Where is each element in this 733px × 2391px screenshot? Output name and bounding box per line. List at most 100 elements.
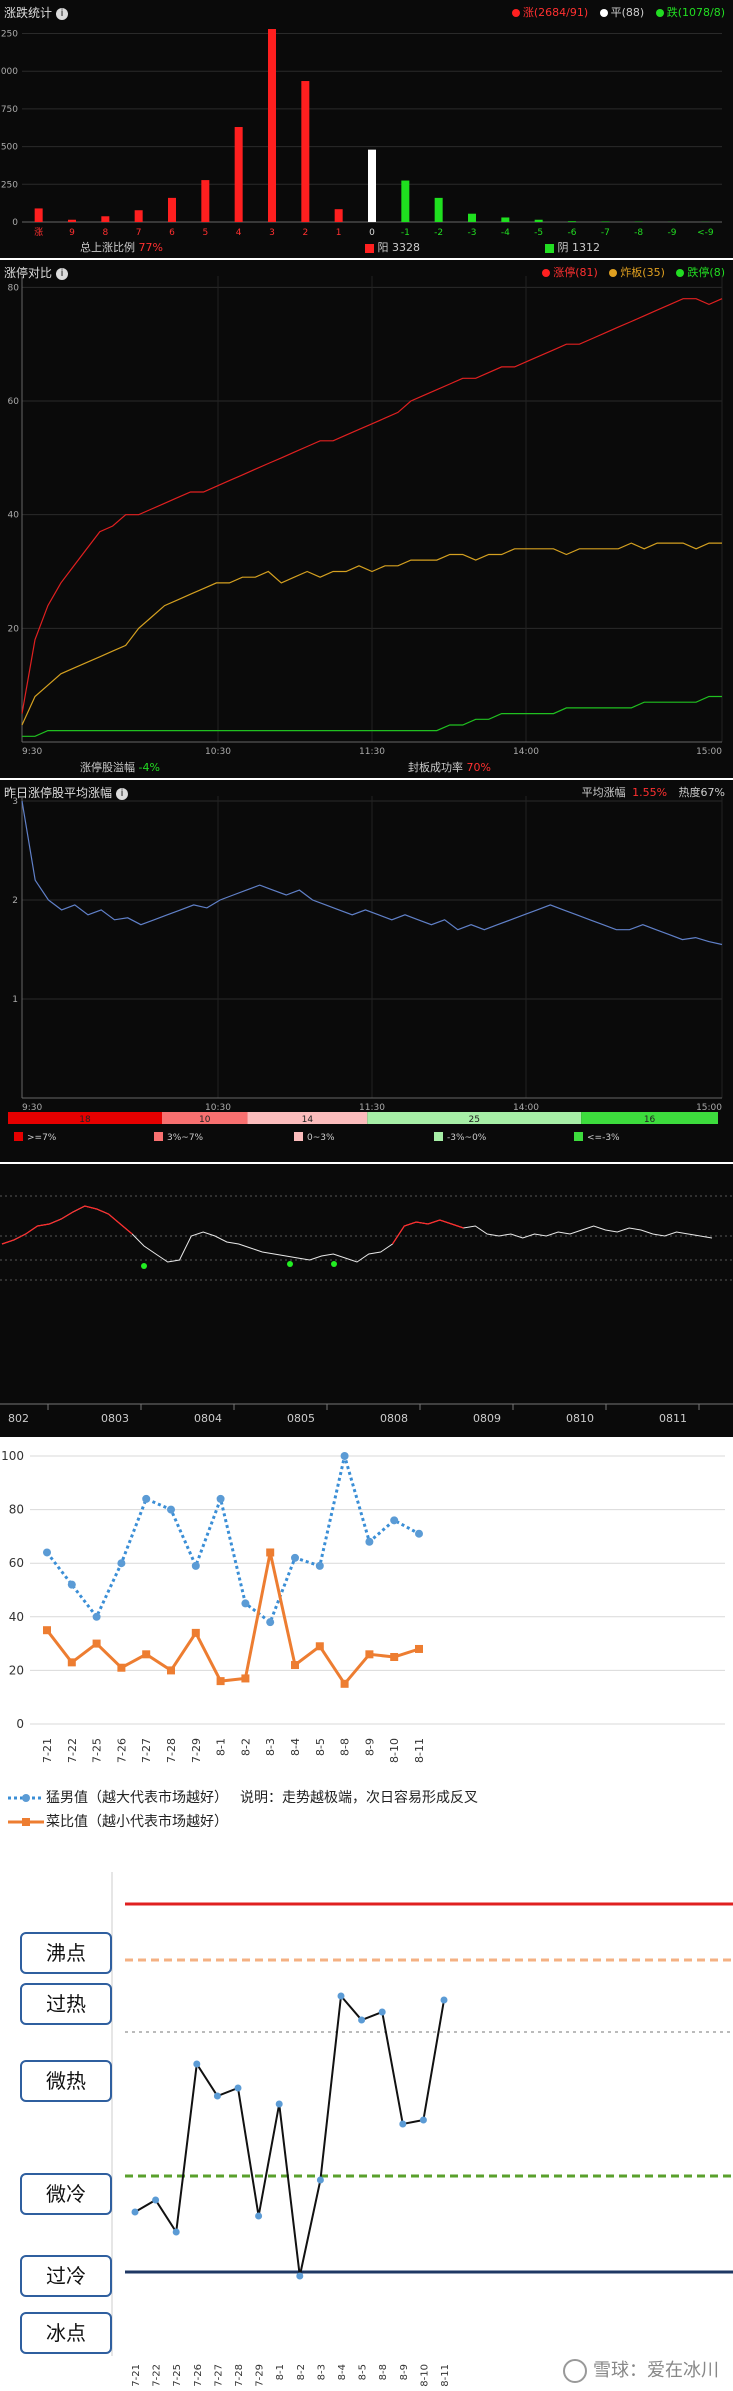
x-tick-label: 7-22: [152, 2364, 163, 2387]
rise-ratio-value: 77%: [138, 241, 163, 254]
y-tick-label: 60: [8, 397, 20, 407]
x-tick-label: 8-1: [275, 2364, 286, 2380]
level-freezing-tag: 冰点: [20, 2312, 112, 2354]
x-tick-label: 8-9: [363, 1738, 376, 1756]
x-tick-label: 7-25: [172, 2364, 183, 2387]
x-tick-label: 7-27: [213, 2364, 224, 2387]
chart5-legend: 猛男值（越大代表市场越好） 菜比值（越小代表市场越好） 说明：走势越极端，次日容…: [0, 1782, 733, 1842]
series-point-mengnan: [43, 1548, 51, 1557]
x-tick-label: -3: [468, 228, 477, 238]
level-cold-tag: 过冷: [20, 2255, 112, 2297]
temperature-point: [378, 2008, 386, 2016]
bar: [434, 197, 443, 222]
yang-count-text: 阳 3328: [377, 241, 421, 254]
level-boiling-tag: 沸点: [20, 1932, 112, 1974]
distribution-legend-swatch: [294, 1132, 303, 1141]
x-tick-label: 8-4: [337, 2364, 348, 2380]
series-line-mengnan: [45, 1455, 420, 1625]
temperature-line: [134, 1993, 445, 2277]
series-point-mengnan: [92, 1612, 101, 1621]
x-tick-label: 7-21: [41, 1738, 54, 1763]
x-tick-label: 8-10: [419, 2364, 430, 2387]
x-tick-label: 15:00: [696, 1103, 722, 1113]
series-point-mengnan: [291, 1553, 299, 1562]
legend-orange-icon: [8, 1818, 44, 1826]
y-tick-label: 1000: [0, 67, 18, 77]
x-tick-label: 7-29: [255, 2364, 266, 2387]
series-point-caibi: [241, 1674, 250, 1683]
limit-down-marker: [287, 1261, 293, 1267]
level-warm-tag: 微热: [20, 2060, 112, 2102]
x-tick-label: -8: [634, 228, 643, 238]
bar: [268, 29, 276, 223]
distribution-segment-label: 10: [199, 1115, 211, 1125]
y-tick-label: 80: [9, 1503, 24, 1517]
x-tick-label: -1: [401, 228, 410, 238]
temperature-point: [337, 1992, 345, 2000]
distribution-segment-label: 14: [302, 1115, 314, 1125]
distribution-segment-label: 16: [644, 1115, 656, 1125]
x-tick-label: 3: [269, 228, 275, 238]
x-tick-label: 8-2: [239, 1738, 252, 1756]
series-point-mengnan: [191, 1561, 200, 1570]
y-tick-label: 750: [1, 105, 18, 115]
bar: [101, 216, 110, 222]
temperature-point: [152, 2196, 160, 2204]
distribution-segment-label: 18: [79, 1115, 91, 1125]
series-point-caibi: [315, 1642, 324, 1651]
distribution-legend-swatch: [434, 1132, 443, 1141]
y-tick-label: 1: [12, 995, 18, 1005]
series-point-mengnan: [216, 1494, 225, 1503]
y-tick-label: 1250: [0, 30, 18, 40]
temperature-point: [419, 2116, 427, 2124]
intraday-trace-up: [391, 1219, 464, 1245]
bar: [68, 219, 76, 222]
seal-rate-label: 封板成功率: [408, 761, 463, 774]
series-point-mengnan: [415, 1529, 423, 1538]
level-overheat-tag: 过热: [20, 1983, 112, 2025]
bar: [501, 217, 510, 222]
limit-premium-value: -4%: [138, 761, 160, 774]
x-tick-label: 8-9: [399, 2364, 410, 2380]
distribution-segment-label: 25: [468, 1115, 479, 1125]
temperature-point: [255, 2212, 263, 2220]
x-tick-label: 7-21: [131, 2364, 142, 2387]
x-tick-label: 8-1: [215, 1738, 228, 1756]
bar: [34, 208, 43, 222]
bar: [468, 213, 476, 222]
x-tick-label: 4: [236, 228, 242, 238]
series-point-caibi: [43, 1626, 51, 1635]
y-tick-label: 3: [12, 797, 18, 807]
temperature-point: [399, 2120, 407, 2128]
x-tick-label: 8: [102, 228, 108, 238]
x-tick-label: 0804: [194, 1412, 222, 1425]
series-point-caibi: [291, 1661, 299, 1670]
x-tick-label: 0810: [566, 1412, 594, 1425]
series-point-caibi: [191, 1628, 200, 1637]
intraday-strip-chart: 802 0803 0804 0805 0808 0809 0810 0811: [0, 1195, 733, 1425]
distribution-legend-swatch: [154, 1132, 163, 1141]
distribution-legend-swatch: [574, 1132, 583, 1141]
y-tick-label: 60: [9, 1556, 24, 1570]
distribution-legend-label: >=7%: [27, 1133, 57, 1143]
x-tick-label: 802: [8, 1412, 29, 1425]
x-tick-label: 8-11: [440, 2364, 451, 2387]
watermark-text: 雪球：爱在冰川: [593, 2360, 719, 2381]
x-tick-label: 1: [336, 228, 342, 238]
series-line-caibi: [45, 1552, 420, 1687]
x-tick-label: 5: [202, 228, 208, 238]
series-point-mengnan: [142, 1494, 151, 1503]
x-tick-label: 8-3: [316, 2364, 327, 2380]
x-tick-label: 7-29: [190, 1738, 203, 1763]
temperature-point: [193, 2060, 201, 2068]
x-tick-label: 7-28: [165, 1738, 178, 1763]
y-tick-label: 250: [1, 180, 18, 190]
x-tick-label: 8-2: [296, 2364, 307, 2380]
x-tick-label: 8-10: [388, 1738, 401, 1763]
sentiment-index-chart: 0 20 40 60 80 100 7-21 7-22 7-25 7-26 7-27 7-28 7-29…: [1, 1449, 725, 1763]
x-tick-label: 7-26: [193, 2364, 204, 2387]
temperature-point: [316, 2176, 324, 2184]
x-tick-label: 8-5: [358, 2364, 369, 2380]
series-point-mengnan: [390, 1516, 399, 1525]
x-tick-label: 9:30: [22, 1103, 42, 1113]
